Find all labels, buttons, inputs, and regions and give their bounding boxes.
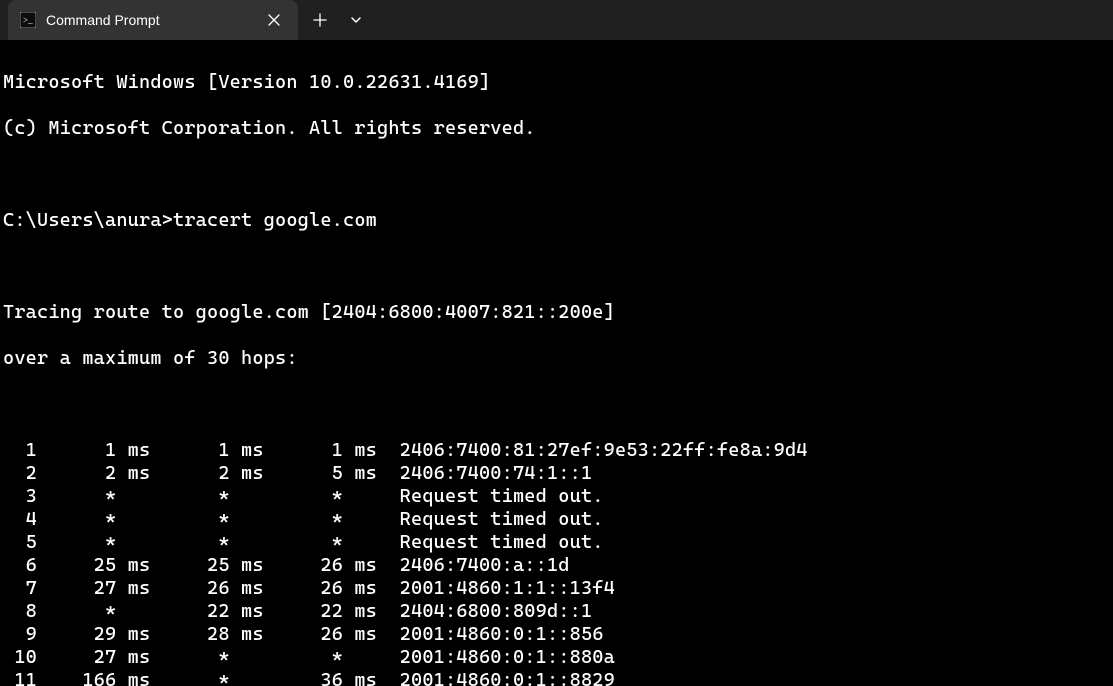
titlebar-actions: [302, 0, 374, 40]
trace-header: Tracing route to google.com [2404:6800:4…: [3, 301, 1107, 324]
tab-title: Command Prompt: [46, 12, 262, 28]
blank-line: [3, 255, 1107, 278]
terminal-output[interactable]: Microsoft Windows [Version 10.0.22631.41…: [0, 40, 1113, 686]
tab-close-button[interactable]: [262, 8, 286, 32]
prompt-command: tracert google.com: [173, 209, 377, 231]
hop-row: 8 * 22 ms 22 ms 2404:6800:809d::1: [3, 600, 1107, 623]
hop-row: 10 27 ms * * 2001:4860:0:1::880a: [3, 646, 1107, 669]
tab-command-prompt[interactable]: >_ Command Prompt: [8, 0, 298, 40]
terminal-window: >_ Command Prompt Microsoft Windows [Ver…: [0, 0, 1113, 686]
hop-row: 3 * * * Request timed out.: [3, 485, 1107, 508]
prompt-path: C:\Users\anura>: [3, 209, 173, 231]
hop-row: 6 25 ms 25 ms 26 ms 2406:7400:a::1d: [3, 554, 1107, 577]
blank-line: [3, 163, 1107, 186]
hop-row: 1 1 ms 1 ms 1 ms 2406:7400:81:27ef:9e53:…: [3, 439, 1107, 462]
hop-row: 7 27 ms 26 ms 26 ms 2001:4860:1:1::13f4: [3, 577, 1107, 600]
tab-dropdown-button[interactable]: [338, 2, 374, 38]
banner-line: (c) Microsoft Corporation. All rights re…: [3, 117, 1107, 140]
cmd-icon: >_: [20, 12, 36, 28]
prompt-line: C:\Users\anura>tracert google.com: [3, 209, 1107, 232]
hop-row: 11 166 ms * 36 ms 2001:4860:0:1::8829: [3, 669, 1107, 686]
trace-header: over a maximum of 30 hops:: [3, 347, 1107, 370]
hop-row: 9 29 ms 28 ms 26 ms 2001:4860:0:1::856: [3, 623, 1107, 646]
blank-line: [3, 393, 1107, 416]
hop-row: 2 2 ms 2 ms 5 ms 2406:7400:74:1::1: [3, 462, 1107, 485]
banner-line: Microsoft Windows [Version 10.0.22631.41…: [3, 71, 1107, 94]
hop-row: 4 * * * Request timed out.: [3, 508, 1107, 531]
titlebar: >_ Command Prompt: [0, 0, 1113, 40]
svg-text:>_: >_: [23, 15, 33, 25]
hop-row: 5 * * * Request timed out.: [3, 531, 1107, 554]
new-tab-button[interactable]: [302, 2, 338, 38]
